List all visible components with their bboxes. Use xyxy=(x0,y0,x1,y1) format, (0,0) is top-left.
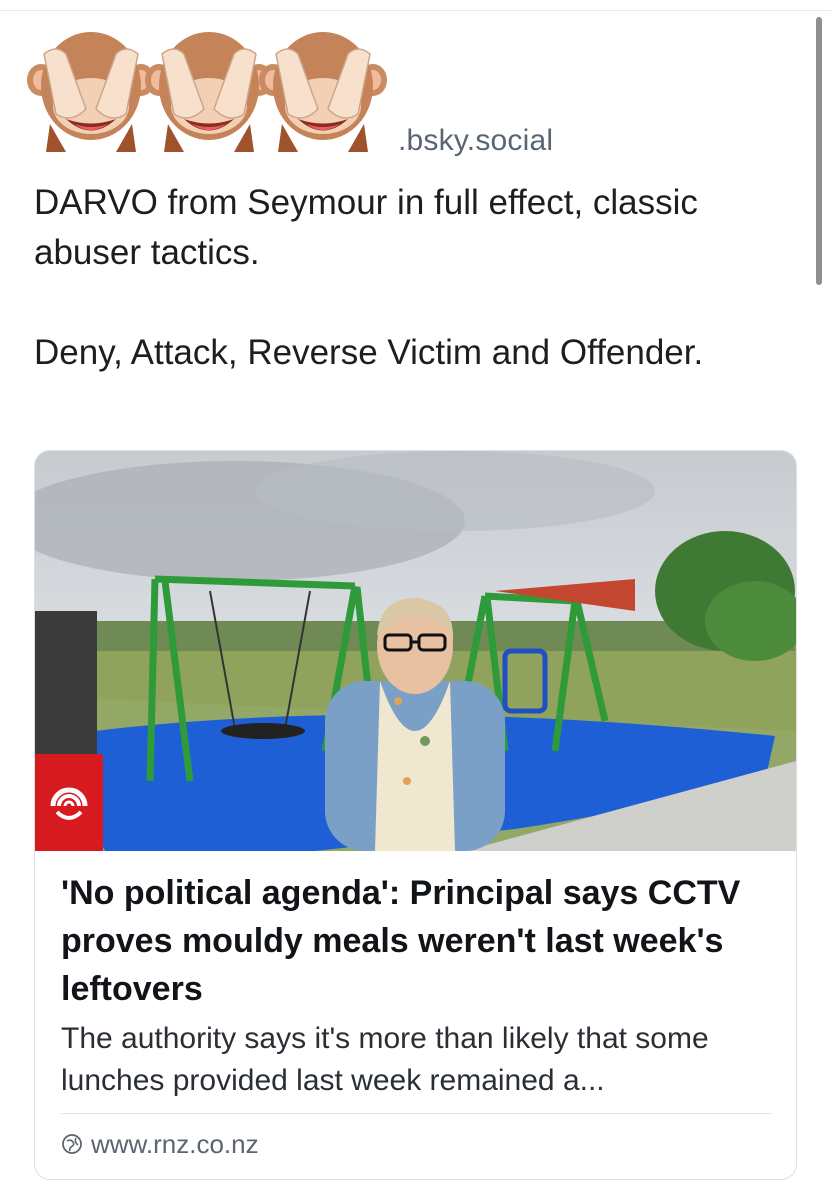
post-paragraph: DARVO from Seymour in full effect, class… xyxy=(34,183,698,272)
see-no-evil-monkey-icon xyxy=(26,24,156,154)
post-paragraph: Deny, Attack, Reverse Victim and Offende… xyxy=(34,333,704,372)
author-handle[interactable]: .bsky.social xyxy=(398,124,553,158)
scrollbar[interactable] xyxy=(816,17,822,285)
link-card-divider xyxy=(61,1113,772,1114)
link-card-domain-row[interactable]: www.rnz.co.nz xyxy=(61,1127,259,1161)
link-card-domain[interactable]: www.rnz.co.nz xyxy=(91,1129,259,1160)
see-no-evil-monkey-icon xyxy=(144,24,274,154)
top-divider xyxy=(0,10,831,11)
globe-icon xyxy=(61,1133,83,1155)
post-body: DARVO from Seymour in full effect, class… xyxy=(34,178,804,378)
link-card-thumbnail[interactable] xyxy=(35,451,796,851)
link-preview-card[interactable]: 'No political agenda': Principal says CC… xyxy=(34,450,797,1180)
see-no-evil-monkey-icon xyxy=(258,24,388,154)
rnz-logo-icon xyxy=(35,754,103,851)
link-card-description: The authority says it's more than likely… xyxy=(61,1022,709,1097)
link-card-title[interactable]: 'No political agenda': Principal says CC… xyxy=(61,869,776,1013)
post-author-row[interactable]: .bsky.social xyxy=(26,18,626,158)
